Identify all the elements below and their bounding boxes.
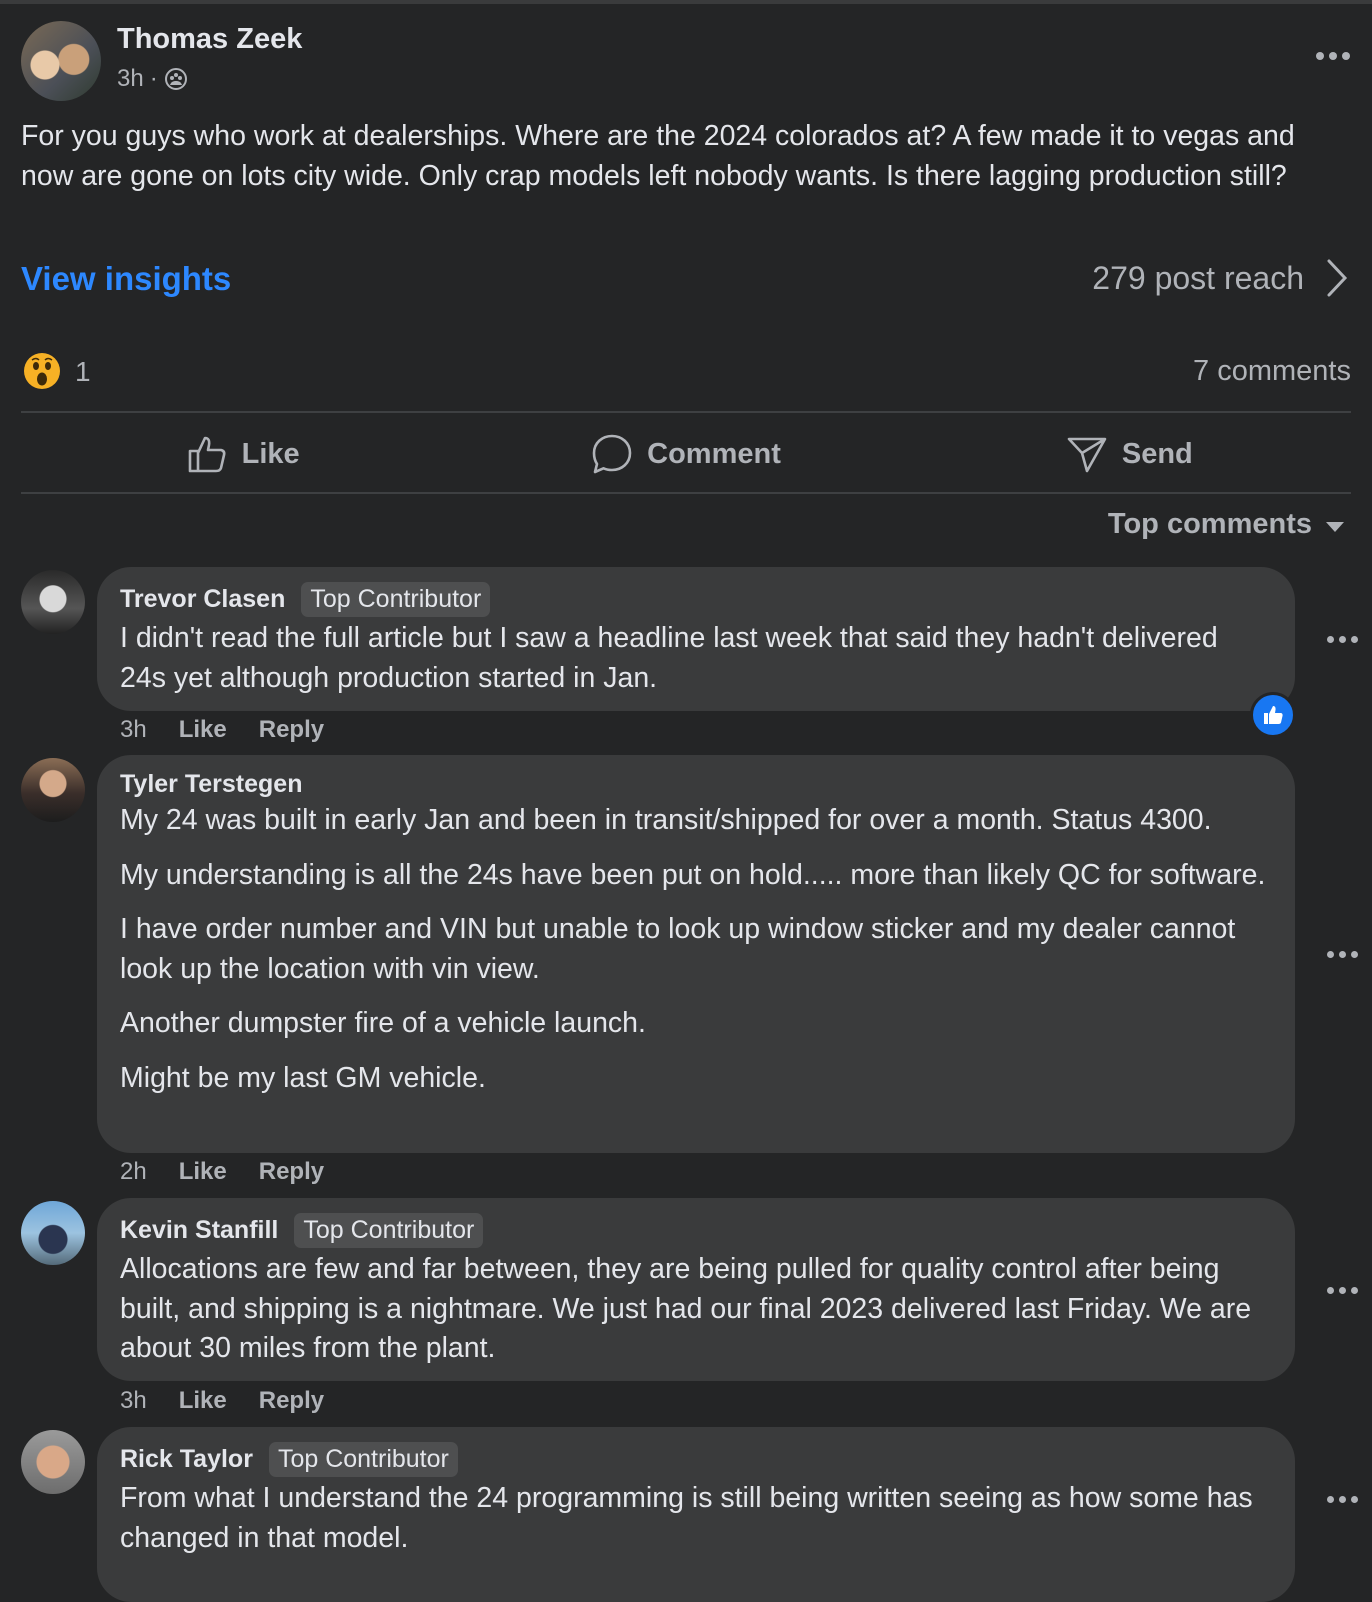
divider (21, 411, 1351, 413)
sort-label: Top comments (1107, 508, 1312, 540)
top-contributor-badge: Top Contributor (301, 581, 491, 617)
comment-bubble: Rick Taylor Top Contributor From what I … (97, 1427, 1295, 1602)
commenter-avatar[interactable] (21, 1430, 85, 1494)
post-reach-label: 279 post reach (1092, 259, 1304, 296)
post-more-icon[interactable] (1316, 52, 1350, 60)
comment-bubble: Kevin Stanfill Top Contributor Allocatio… (97, 1198, 1295, 1381)
like-icon (188, 436, 226, 473)
commenter-avatar[interactable] (21, 758, 85, 822)
comment-like-button[interactable]: Like (179, 1387, 227, 1415)
top-border (0, 0, 1372, 4)
comment-more-icon[interactable] (1327, 636, 1358, 643)
comment-actions: 2h Like Reply (120, 1158, 324, 1186)
comment-actions: 3h Like Reply (120, 716, 324, 744)
comment-icon (592, 434, 632, 474)
caret-down-icon (1326, 521, 1344, 532)
commenter-name[interactable]: Rick Taylor (120, 1445, 253, 1474)
comment-bubble: Tyler Terstegen My 24 was built in early… (97, 755, 1295, 1153)
top-contributor-badge: Top Contributor (294, 1212, 484, 1248)
post-reach[interactable]: 279 post reach (1092, 258, 1348, 298)
comment-paragraph: My 24 was built in early Jan and been in… (120, 804, 1212, 836)
send-button[interactable]: Send (908, 416, 1351, 492)
like-reaction-icon[interactable] (1250, 692, 1296, 738)
commenter-name[interactable]: Kevin Stanfill (120, 1216, 278, 1245)
meta-separator: · (149, 65, 158, 92)
comment-time[interactable]: 3h (120, 1387, 147, 1415)
author-avatar[interactable] (21, 21, 101, 101)
comment-count[interactable]: 7 comments (1193, 355, 1351, 388)
comment-paragraph: Might be my last GM vehicle. (120, 1061, 486, 1094)
like-button[interactable]: Like (21, 416, 464, 492)
comment-more-icon[interactable] (1327, 1287, 1358, 1294)
comment-paragraph: Another dumpster fire of a vehicle launc… (120, 1007, 646, 1039)
sort-comments-dropdown[interactable]: Top comments (1108, 508, 1344, 541)
post-header: Thomas Zeek 3h · (21, 21, 1351, 101)
comment-time[interactable]: 3h (120, 716, 147, 744)
comment-like-button[interactable]: Like (179, 1158, 227, 1186)
comment-button[interactable]: Comment (464, 416, 907, 492)
comment-text: Allocations are few and far between, the… (120, 1253, 1252, 1364)
comment-more-icon[interactable] (1327, 1496, 1358, 1503)
comment-more-icon[interactable] (1327, 951, 1358, 958)
comment-like-button[interactable]: Like (179, 716, 227, 744)
commenter-avatar[interactable] (21, 1201, 85, 1265)
commenter-avatar[interactable] (21, 570, 85, 634)
chevron-right-icon (1327, 259, 1348, 297)
send-label: Send (1121, 437, 1193, 470)
commenter-name[interactable]: Trevor Clasen (120, 585, 285, 614)
comment-reply-button[interactable]: Reply (259, 716, 324, 744)
reaction-count[interactable]: 1 (75, 356, 91, 388)
top-contributor-badge: Top Contributor (268, 1441, 458, 1477)
comment-text: I didn't read the full article but I saw… (120, 622, 1218, 694)
comment-text: From what I understand the 24 programmin… (120, 1482, 1253, 1554)
view-insights-link[interactable]: View insights (21, 260, 231, 298)
send-icon (1067, 437, 1107, 473)
comment-paragraph: I have order number and VIN but unable t… (120, 913, 1236, 985)
comment-label: Comment (647, 437, 781, 470)
author-name[interactable]: Thomas Zeek (117, 23, 302, 56)
comment-actions: 3h Like Reply (120, 1387, 324, 1415)
comment-reply-button[interactable]: Reply (259, 1158, 324, 1186)
post-actions: Like Comment Send (21, 416, 1351, 492)
post-time[interactable]: 3h (117, 65, 144, 93)
comment-bubble: Trevor Clasen Top Contributor I didn't r… (97, 567, 1295, 711)
reaction-row: 1 7 comments (21, 350, 1351, 394)
commenter-name[interactable]: Tyler Terstegen (120, 770, 302, 799)
like-label: Like (241, 437, 300, 470)
group-privacy-icon (164, 68, 187, 90)
comment-time[interactable]: 2h (120, 1158, 147, 1186)
comment-paragraph: My understanding is all the 24s have bee… (120, 858, 1266, 891)
post-text: For you guys who work at dealerships. Wh… (21, 120, 1295, 192)
divider (21, 492, 1351, 494)
post-meta: 3h · (117, 65, 188, 93)
wow-reaction-icon[interactable] (23, 352, 61, 390)
comment-reply-button[interactable]: Reply (259, 1387, 324, 1415)
comment-text: My 24 was built in early Jan and been in… (120, 801, 1271, 1098)
